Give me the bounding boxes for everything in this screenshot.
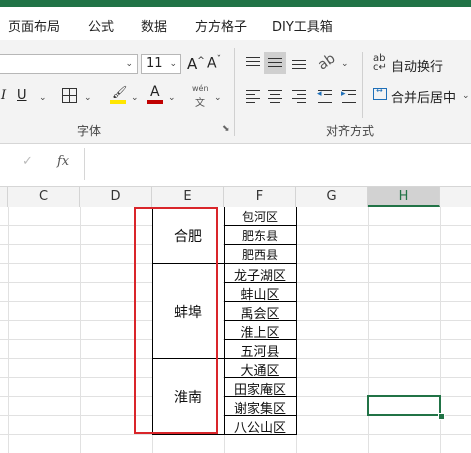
fill-color-icon[interactable]: 🖌 bbox=[110, 85, 127, 104]
tab-fangfang-gezi[interactable]: 方方格子 bbox=[195, 16, 247, 35]
tab-page-layout[interactable]: 页面布局 bbox=[8, 16, 60, 35]
font-color-swatch bbox=[147, 100, 163, 104]
merge-icon: ↔ bbox=[373, 86, 387, 100]
check-icon[interactable]: ✓ bbox=[22, 154, 33, 169]
chevron-down-icon[interactable]: ⌄ bbox=[168, 93, 176, 103]
font-color-icon[interactable]: A bbox=[147, 84, 163, 104]
district-cell[interactable]: 田家庵区 bbox=[224, 379, 296, 398]
district-cell[interactable]: 蚌山区 bbox=[224, 284, 296, 303]
group-separator bbox=[234, 48, 235, 136]
align-bottom-icon[interactable] bbox=[290, 54, 308, 72]
align-top-icon[interactable] bbox=[244, 54, 262, 72]
wrap-text-icon: ab c↵ bbox=[373, 53, 387, 73]
district-cell[interactable]: 大通区 bbox=[224, 360, 296, 379]
tab-formulas[interactable]: 公式 bbox=[88, 16, 114, 35]
chevron-down-icon[interactable]: ⌄ bbox=[214, 93, 222, 103]
ribbon: ⌄ 11 ⌄ A^ Aˇ I U ⌄ ⌄ 🖌 ⌄ A ⌄ wén 文 ⌄ 字体 … bbox=[0, 40, 471, 144]
merge-center-label: 合并后居中 bbox=[391, 91, 457, 106]
align-middle-icon[interactable] bbox=[264, 52, 286, 74]
group-separator bbox=[362, 52, 363, 118]
alignment-group-label: 对齐方式 bbox=[326, 124, 375, 138]
chevron-down-icon: ⌄ bbox=[169, 59, 177, 69]
formula-divider bbox=[84, 148, 85, 180]
chevron-down-icon: ⌄ bbox=[125, 59, 133, 69]
orientation-icon[interactable]: ab bbox=[315, 50, 338, 73]
formula-bar: ✓ fx bbox=[0, 144, 471, 187]
font-size-value: 11 bbox=[146, 56, 163, 71]
active-cell[interactable] bbox=[367, 395, 441, 416]
district-cell[interactable]: 包河区 bbox=[224, 208, 296, 225]
chevron-down-icon[interactable]: ⌄ bbox=[341, 59, 349, 69]
column-header-g[interactable]: G bbox=[296, 187, 368, 207]
align-right-icon[interactable] bbox=[290, 88, 308, 104]
district-cell[interactable]: 肥西县 bbox=[224, 246, 296, 263]
chevron-down-icon[interactable]: ⌄ bbox=[84, 93, 92, 103]
phonetic-bottom: 文 bbox=[195, 98, 205, 109]
align-left-icon[interactable] bbox=[244, 88, 262, 104]
red-highlight-annotation bbox=[134, 207, 218, 434]
increase-indent-icon[interactable]: ▸ bbox=[340, 88, 358, 104]
tab-diy-toolbox[interactable]: DIY工具箱 bbox=[272, 16, 333, 35]
district-cell[interactable]: 龙子湖区 bbox=[224, 265, 296, 284]
district-cell[interactable]: 谢家集区 bbox=[224, 398, 296, 417]
phonetic-top: wén bbox=[192, 84, 209, 93]
district-cell[interactable]: 八公山区 bbox=[224, 417, 296, 436]
fill-color-swatch bbox=[110, 100, 126, 104]
chevron-down-icon[interactable]: ⌄ bbox=[131, 93, 139, 103]
district-cell[interactable]: 禹会区 bbox=[224, 303, 296, 322]
wrap-text-label: 自动换行 bbox=[391, 60, 444, 75]
column-header-d[interactable]: D bbox=[80, 187, 152, 207]
font-name-combo[interactable]: ⌄ bbox=[0, 54, 138, 74]
insert-function-button[interactable]: fx bbox=[57, 154, 69, 169]
district-cell[interactable]: 淮上区 bbox=[224, 322, 296, 341]
column-header-e[interactable]: E bbox=[152, 187, 224, 207]
font-group-label: 字体 bbox=[77, 124, 102, 138]
title-bar-strip bbox=[0, 0, 471, 7]
font-size-combo[interactable]: 11 ⌄ bbox=[141, 54, 181, 74]
column-header-f[interactable]: F bbox=[224, 187, 296, 207]
column-header-row: C D E F G H bbox=[0, 187, 471, 208]
chevron-down-icon: ⌄ bbox=[462, 91, 470, 101]
column-header-h[interactable]: H bbox=[368, 187, 440, 207]
worksheet-grid[interactable]: 合肥 蚌埠 淮南 包河区 肥东县 肥西县 龙子湖区 蚌山区 禹会区 淮上区 五河… bbox=[0, 207, 471, 453]
district-cell[interactable]: 五河县 bbox=[224, 341, 296, 360]
tab-data[interactable]: 数据 bbox=[141, 16, 167, 35]
column-header-c[interactable]: C bbox=[8, 187, 80, 207]
grow-font-button[interactable]: A^ bbox=[187, 55, 205, 73]
phonetic-guide-button[interactable]: wén 文 bbox=[190, 84, 212, 109]
ribbon-tabs: 页面布局 公式 数据 方方格子 DIY工具箱 bbox=[0, 7, 471, 40]
decrease-indent-icon[interactable]: ◂ bbox=[316, 88, 334, 104]
underline-button[interactable]: U bbox=[17, 88, 27, 103]
row-header-corner bbox=[0, 187, 8, 207]
chevron-down-icon[interactable]: ⌄ bbox=[39, 93, 47, 103]
fill-handle[interactable] bbox=[438, 413, 445, 420]
dialog-launcher-icon[interactable]: ⬊ bbox=[222, 124, 230, 134]
italic-button[interactable]: I bbox=[1, 88, 6, 103]
align-center-icon[interactable] bbox=[266, 88, 284, 104]
shrink-font-button[interactable]: Aˇ bbox=[207, 55, 221, 72]
district-cell[interactable]: 肥东县 bbox=[224, 227, 296, 244]
borders-icon[interactable] bbox=[62, 88, 77, 103]
